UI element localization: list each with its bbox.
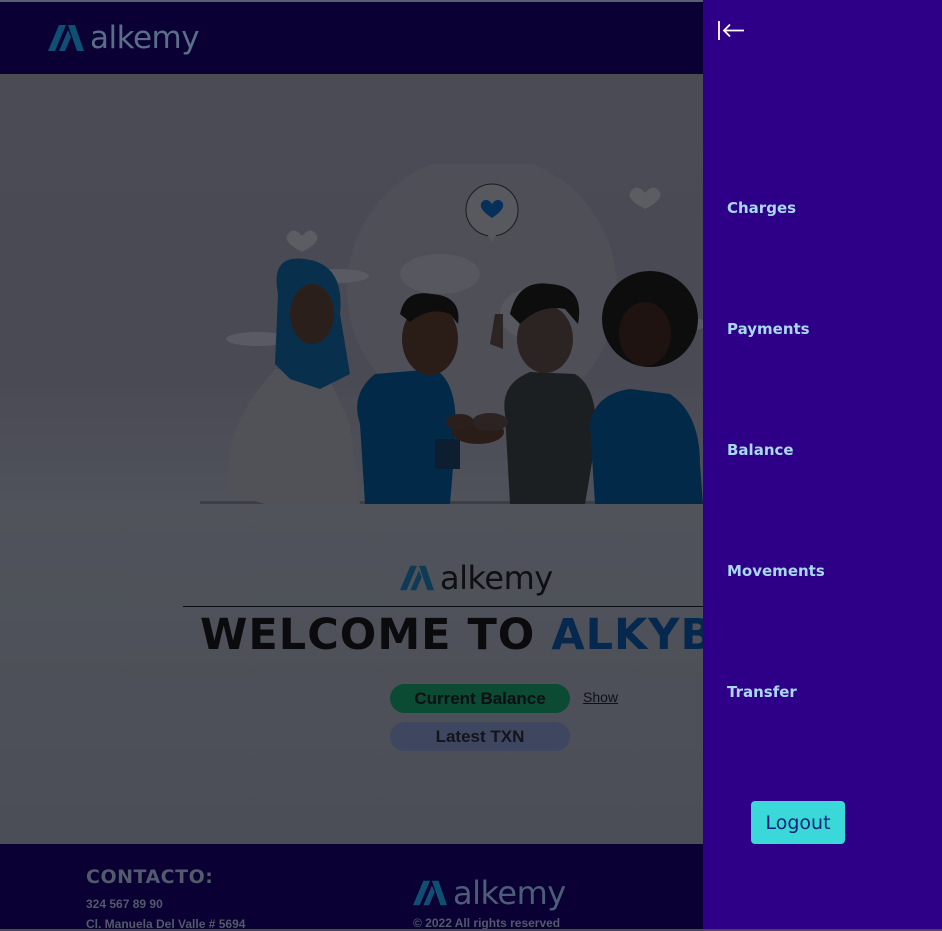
- alkemy-logo-mark-icon: [48, 25, 84, 51]
- current-balance-button[interactable]: Current Balance: [390, 684, 570, 713]
- collapse-left-icon: [718, 21, 744, 40]
- collapse-sidebar-button[interactable]: [717, 18, 747, 44]
- sidebar-item-movements[interactable]: Movements: [727, 562, 825, 580]
- footer-logo: alkemy: [413, 874, 566, 912]
- sidebar-item-transfer[interactable]: Transfer: [727, 683, 797, 701]
- team-hands-illustration: [200, 164, 703, 504]
- welcome-prefix: WELCOME TO: [200, 610, 552, 660]
- header-logo[interactable]: alkemy: [48, 20, 200, 56]
- copyright: © 2022 All rights reserved: [413, 916, 561, 930]
- sidebar-item-balance[interactable]: Balance: [727, 441, 794, 459]
- sidebar-item-charges[interactable]: Charges: [727, 199, 796, 217]
- sidebar-item-payments[interactable]: Payments: [727, 320, 810, 338]
- show-balance-link[interactable]: Show: [583, 689, 618, 705]
- logout-button[interactable]: Logout: [751, 801, 845, 844]
- welcome-heading: WELCOME TO ALKYBA: [200, 610, 749, 660]
- latest-txn-button[interactable]: Latest TXN: [390, 722, 570, 751]
- header-logo-text: alkemy: [90, 20, 200, 56]
- welcome-logo: alkemy: [400, 559, 553, 597]
- contact-title: CONTACTO:: [86, 866, 214, 888]
- contact-phone: 324 567 89 90: [86, 897, 163, 911]
- alkemy-logo-mark-icon: [400, 565, 434, 591]
- welcome-logo-text: alkemy: [440, 559, 553, 597]
- footer-logo-text: alkemy: [453, 874, 566, 912]
- welcome-divider: [183, 606, 723, 607]
- side-menu: Charges Payments Balance Movements Trans…: [703, 0, 942, 929]
- alkemy-logo-mark-icon: [413, 880, 447, 906]
